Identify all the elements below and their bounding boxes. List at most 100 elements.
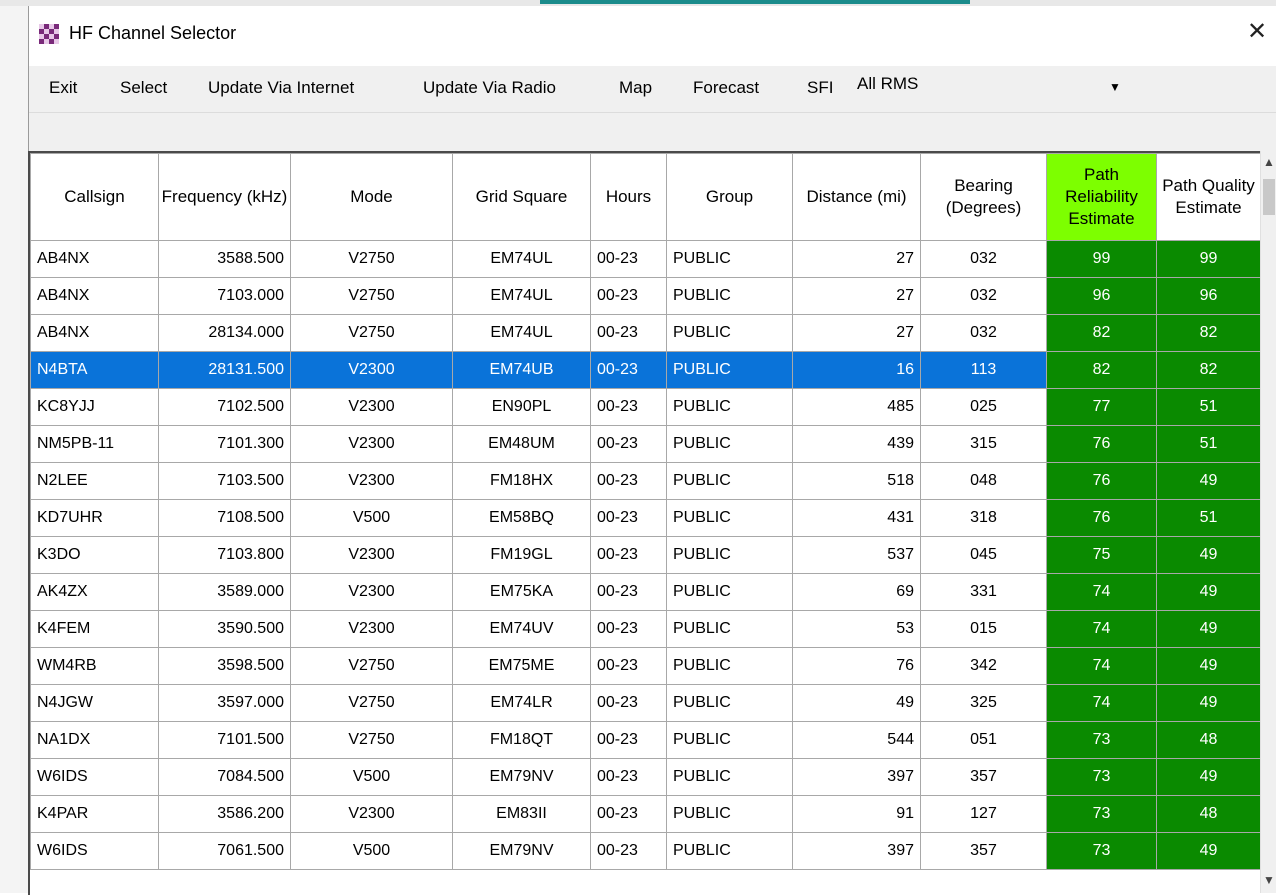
cell-path-quality: 82 — [1156, 351, 1261, 389]
table-row[interactable]: N4JGW 3597.000 V2750 EM74LR 00-23 PUBLIC 49 325… — [30, 684, 1261, 722]
cell-distance: 431 — [792, 499, 921, 537]
cell-mode: V2750 — [290, 721, 453, 759]
menu-forecast[interactable]: Forecast — [693, 78, 759, 98]
cell-group: PUBLIC — [666, 610, 793, 648]
cell-grid-square: FM18HX — [452, 462, 591, 500]
col-mode[interactable]: Mode — [290, 153, 453, 241]
cell-hours: 00-23 — [590, 795, 667, 833]
cell-grid-square: EM74LR — [452, 684, 591, 722]
cell-mode: V2750 — [290, 314, 453, 352]
col-path-quality[interactable]: Path Quality Estimate — [1156, 153, 1261, 241]
col-frequency[interactable]: Frequency (kHz) — [158, 153, 291, 241]
menu-select[interactable]: Select — [120, 78, 167, 98]
cell-path-reliability: 82 — [1046, 314, 1157, 352]
col-group[interactable]: Group — [666, 153, 793, 241]
table-row[interactable]: W6IDS 7061.500 V500 EM79NV 00-23 PUBLIC 397 357… — [30, 832, 1261, 870]
table-row[interactable]: KC8YJJ 7102.500 V2300 EN90PL 00-23 PUBLIC 485 0… — [30, 388, 1261, 426]
table-row[interactable]: KD7UHR 7108.500 V500 EM58BQ 00-23 PUBLIC 431 31… — [30, 499, 1261, 537]
cell-path-reliability: 77 — [1046, 388, 1157, 426]
col-bearing[interactable]: Bearing (Degrees) — [920, 153, 1047, 241]
table-row[interactable]: W6IDS 7084.500 V500 EM79NV 00-23 PUBLIC 397 357… — [30, 758, 1261, 796]
cell-frequency: 7103.500 — [158, 462, 291, 500]
background-app-accent — [540, 0, 970, 4]
scroll-down-icon[interactable]: ▼ — [1263, 873, 1275, 887]
cell-hours: 00-23 — [590, 536, 667, 574]
background-app-edge — [0, 0, 28, 893]
cell-hours: 00-23 — [590, 277, 667, 315]
menu-map[interactable]: Map — [619, 78, 652, 98]
scroll-up-icon[interactable]: ▲ — [1263, 155, 1275, 169]
cell-bearing: 357 — [920, 758, 1047, 796]
cell-frequency: 7084.500 — [158, 758, 291, 796]
table-row[interactable]: WM4RB 3598.500 V2750 EM75ME 00-23 PUBLIC 76 342… — [30, 647, 1261, 685]
cell-bearing: 032 — [920, 277, 1047, 315]
cell-path-reliability: 96 — [1046, 277, 1157, 315]
table-row[interactable]: K4PAR 3586.200 V2300 EM83II 00-23 PUBLIC 91 127… — [30, 795, 1261, 833]
cell-distance: 69 — [792, 573, 921, 611]
table-row[interactable]: N2LEE 7103.500 V2300 FM18HX 00-23 PUBLIC 518 04… — [30, 462, 1261, 500]
cell-group: PUBLIC — [666, 721, 793, 759]
col-grid-square[interactable]: Grid Square — [452, 153, 591, 241]
table-row[interactable]: AB4NX 7103.000 V2750 EM74UL 00-23 PUBLIC 27 032… — [30, 277, 1261, 315]
cell-bearing: 048 — [920, 462, 1047, 500]
col-distance[interactable]: Distance (mi) — [792, 153, 921, 241]
cell-path-quality: 49 — [1156, 462, 1261, 500]
menu-exit[interactable]: Exit — [49, 78, 77, 98]
cell-frequency: 3589.000 — [158, 573, 291, 611]
menu-update-via-radio[interactable]: Update Via Radio — [423, 78, 556, 98]
cell-callsign: K4PAR — [30, 795, 159, 833]
col-callsign[interactable]: Callsign — [30, 153, 159, 241]
table-row[interactable]: K4FEM 3590.500 V2300 EM74UV 00-23 PUBLIC 53 015… — [30, 610, 1261, 648]
table-row[interactable]: AK4ZX 3589.000 V2300 EM75KA 00-23 PUBLIC 69 331… — [30, 573, 1261, 611]
title-bar: HF Channel Selector ✕ — [29, 6, 1276, 58]
cell-group: PUBLIC — [666, 536, 793, 574]
scroll-thumb[interactable] — [1263, 179, 1275, 215]
cell-path-quality: 48 — [1156, 721, 1261, 759]
cell-hours: 00-23 — [590, 647, 667, 685]
col-path-reliability[interactable]: Path Reliability Estimate — [1046, 153, 1157, 241]
cell-grid-square: EM48UM — [452, 425, 591, 463]
cell-grid-square: FM19GL — [452, 536, 591, 574]
rms-filter-dropdown[interactable]: All RMS ▼ — [845, 66, 1163, 112]
table-row[interactable]: AB4NX 3588.500 V2750 EM74UL 00-23 PUBLIC 27 032… — [30, 240, 1261, 278]
cell-hours: 00-23 — [590, 758, 667, 796]
cell-hours: 00-23 — [590, 314, 667, 352]
cell-frequency: 28131.500 — [158, 351, 291, 389]
cell-callsign: W6IDS — [30, 832, 159, 870]
cell-callsign: NM5PB-11 — [30, 425, 159, 463]
cell-grid-square: EM83II — [452, 795, 591, 833]
cell-path-reliability: 75 — [1046, 536, 1157, 574]
rms-filter-value: All RMS — [857, 74, 919, 93]
menu-sfi[interactable]: SFI — [807, 78, 833, 98]
channel-table: Callsign Frequency (kHz) Mode Grid Squar… — [30, 153, 1261, 870]
cell-distance: 53 — [792, 610, 921, 648]
col-hours[interactable]: Hours — [590, 153, 667, 241]
cell-hours: 00-23 — [590, 610, 667, 648]
cell-path-quality: 48 — [1156, 795, 1261, 833]
cell-mode: V500 — [290, 832, 453, 870]
cell-grid-square: EM75ME — [452, 647, 591, 685]
cell-path-reliability: 73 — [1046, 721, 1157, 759]
table-row[interactable]: NA1DX 7101.500 V2750 FM18QT 00-23 PUBLIC 544 05… — [30, 721, 1261, 759]
menu-bar: Exit Select Update Via Internet Update V… — [29, 66, 1276, 112]
cell-path-reliability: 82 — [1046, 351, 1157, 389]
cell-bearing: 113 — [920, 351, 1047, 389]
table-row[interactable]: K3DO 7103.800 V2300 FM19GL 00-23 PUBLIC 537 045… — [30, 536, 1261, 574]
cell-path-reliability: 76 — [1046, 499, 1157, 537]
menu-update-via-internet[interactable]: Update Via Internet — [208, 78, 354, 98]
cell-hours: 00-23 — [590, 684, 667, 722]
cell-bearing: 051 — [920, 721, 1047, 759]
cell-group: PUBLIC — [666, 462, 793, 500]
cell-frequency: 3586.200 — [158, 795, 291, 833]
table-row[interactable]: N4BTA 28131.500 V2300 EM74UB 00-23 PUBLIC 16 11… — [30, 351, 1261, 389]
grid-scrollbar[interactable]: ▲ ▼ — [1260, 151, 1276, 893]
cell-path-reliability: 73 — [1046, 758, 1157, 796]
close-icon[interactable]: ✕ — [1237, 14, 1276, 50]
cell-grid-square: EN90PL — [452, 388, 591, 426]
cell-path-reliability: 99 — [1046, 240, 1157, 278]
cell-grid-square: EM79NV — [452, 758, 591, 796]
cell-path-quality: 99 — [1156, 240, 1261, 278]
table-row[interactable]: NM5PB-11 7101.300 V2300 EM48UM 00-23 PUBLIC 43… — [30, 425, 1261, 463]
cell-grid-square: EM74UL — [452, 314, 591, 352]
table-row[interactable]: AB4NX 28134.000 V2750 EM74UL 00-23 PUBLIC 27 03… — [30, 314, 1261, 352]
